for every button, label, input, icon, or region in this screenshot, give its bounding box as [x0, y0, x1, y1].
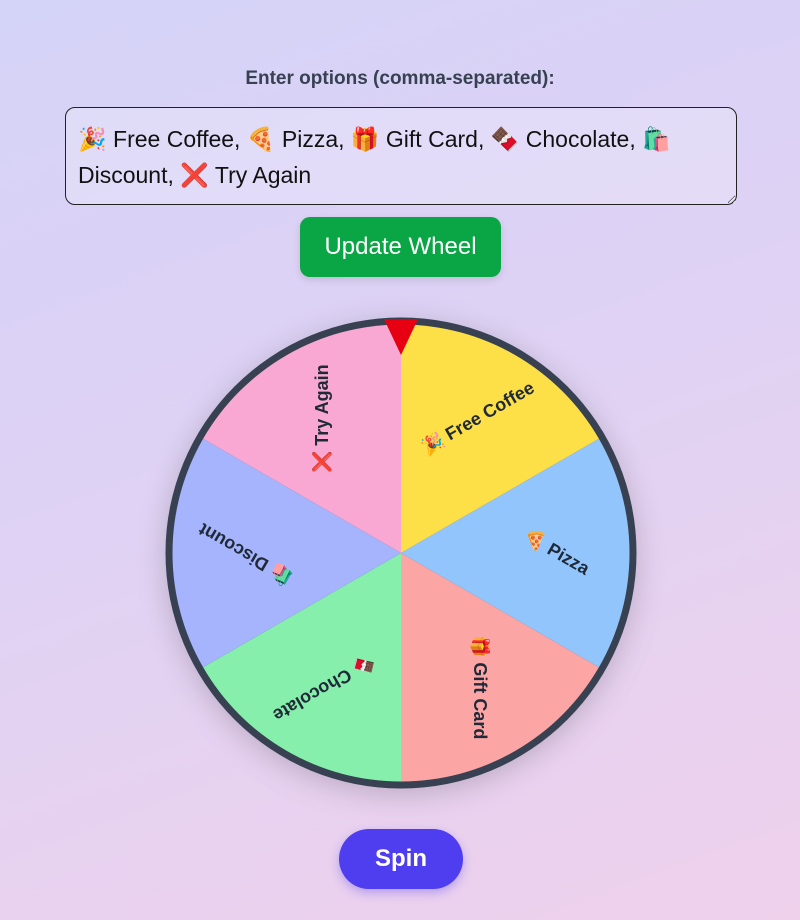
- prize-wheel: 🎉 Free Coffee 🍕 Pizza 🎁 Gift Card 🍫 Chocola…: [160, 312, 642, 794]
- options-input[interactable]: 🎉 Free Coffee, 🍕 Pizza, 🎁 Gift Card, 🍫 C…: [65, 107, 737, 205]
- update-wheel-button[interactable]: Update Wheel: [300, 217, 501, 277]
- wheel-graphic: 🎉 Free Coffee🍕 Pizza🎁 Gift Card🍫 Chocola…: [165, 317, 637, 789]
- wheel-segments: 🎉 Free Coffee🍕 Pizza🎁 Gift Card🍫 Chocola…: [165, 317, 637, 789]
- options-label: Enter options (comma-separated):: [245, 68, 555, 89]
- wheel-segment-label: 🎁 Gift Card: [470, 635, 491, 739]
- wheel-segment-label: ❌ Try Again: [311, 364, 333, 473]
- spin-button[interactable]: Spin: [339, 829, 463, 889]
